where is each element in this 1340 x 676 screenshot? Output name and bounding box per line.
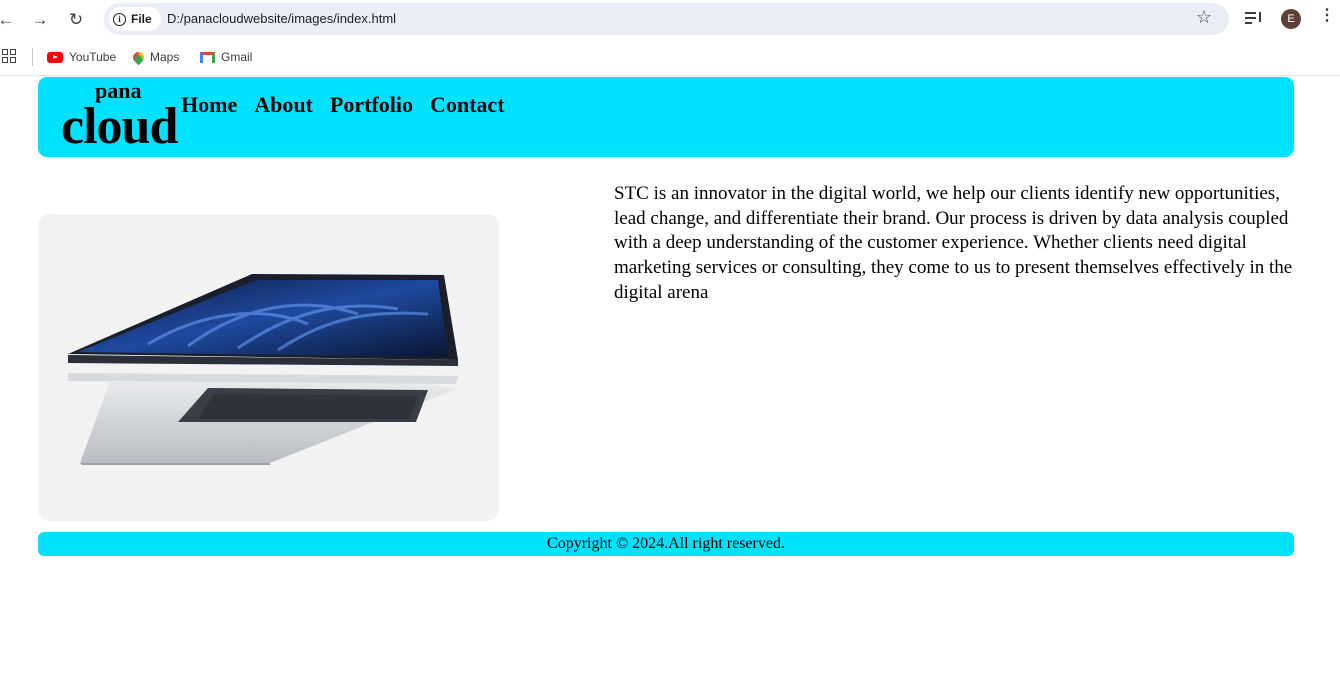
site-logo[interactable]: pana cloud [61,77,186,157]
media-playlist-icon[interactable] [1245,10,1263,26]
kebab-menu-icon[interactable]: ⋮ [1319,8,1335,24]
bookmark-maps[interactable]: Maps [130,47,180,67]
bookmarks-divider [32,48,33,66]
bookmark-gmail[interactable]: Gmail [200,47,252,67]
maps-icon [130,49,147,65]
nav-about[interactable]: About [254,92,313,118]
nav-home[interactable]: Home [181,92,237,118]
site-footer: Copyright © 2024.All right reserved. [38,532,1294,556]
bookmarks-bar: YouTube Maps Gmail [0,38,1340,76]
bookmark-label: Maps [150,50,180,64]
site-header: pana cloud Home About Portfolio Contact [38,77,1294,157]
url-text[interactable]: D:/panacloudwebsite/images/index.html [167,11,396,26]
site-info-label: File [131,12,152,26]
laptop-illustration [68,274,458,465]
nav-portfolio[interactable]: Portfolio [330,92,413,118]
apps-grid-icon[interactable] [2,49,16,63]
laptop-image [38,214,499,521]
info-icon: i [113,12,126,26]
main-nav: Home About Portfolio Contact [181,92,505,118]
copyright-text: Copyright © 2024.All right reserved. [547,535,785,552]
gmail-icon [200,51,215,63]
arrow-right-icon[interactable]: → [30,9,50,29]
browser-toolbar: ← → ↻ i File D:/panacloudwebsite/images/… [0,0,1340,38]
bookmark-label: Gmail [221,50,253,64]
arrow-left-icon[interactable]: ← [0,9,16,29]
bookmark-youtube[interactable]: YouTube [47,47,116,67]
logo-main-text: cloud [61,98,178,155]
bookmark-label: YouTube [69,50,117,64]
youtube-icon [47,51,63,63]
star-icon[interactable]: ☆ [1196,8,1212,26]
nav-contact[interactable]: Contact [430,92,505,118]
intro-text: STC is an innovator in the digital world… [614,183,1293,303]
profile-avatar[interactable]: E [1281,9,1301,29]
site-info-chip[interactable]: i File [109,7,161,31]
reload-icon[interactable]: ↻ [66,9,86,29]
address-bar[interactable]: i File D:/panacloudwebsite/images/index.… [104,3,1229,35]
